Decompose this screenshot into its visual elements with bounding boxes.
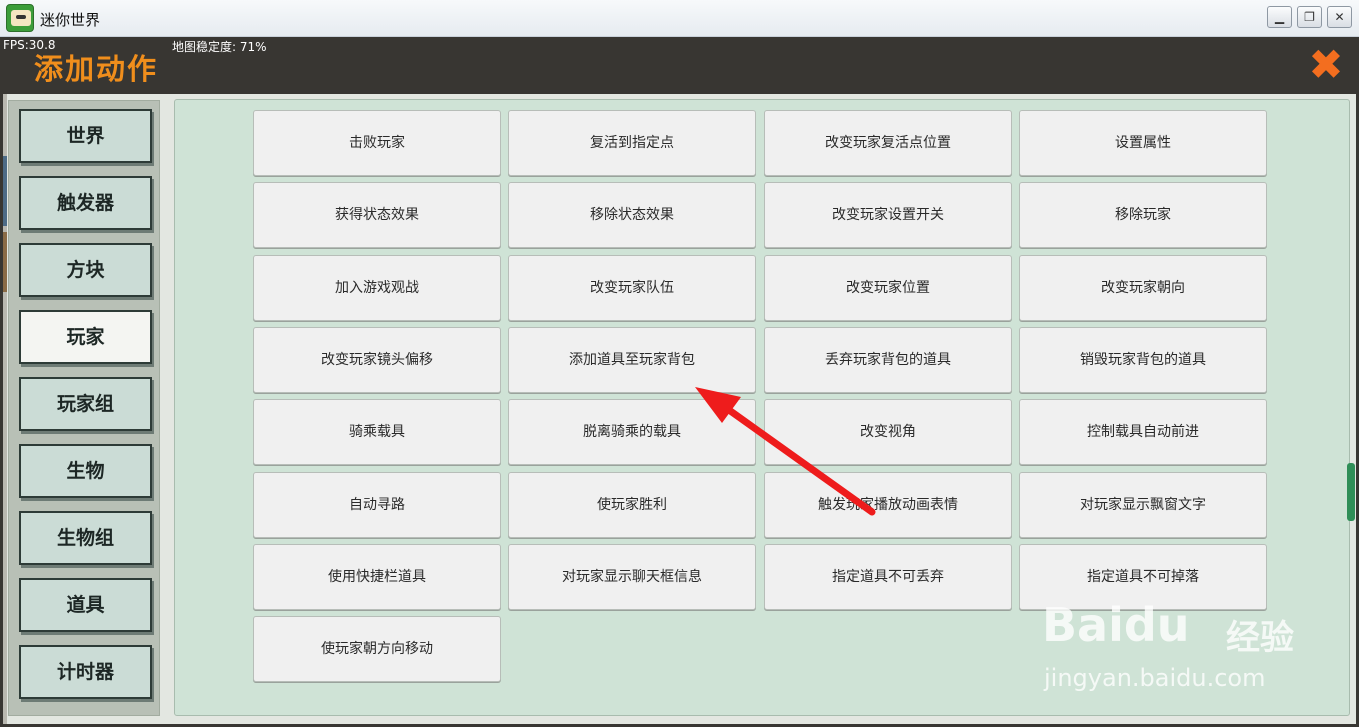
action-button-28[interactable]: 使玩家朝方向移动 <box>253 616 501 683</box>
window-titlebar: 迷你世界 ▁ ❐ ✕ <box>0 0 1359 37</box>
action-button-18[interactable]: 改变视角 <box>764 399 1012 466</box>
action-button-11[interactable]: 改变玩家朝向 <box>1019 254 1267 321</box>
action-button-2[interactable]: 改变玩家复活点位置 <box>764 110 1012 176</box>
sidebar-item-2[interactable]: 方块 <box>19 243 152 297</box>
dialog-content: 世界触发器方块玩家玩家组生物生物组道具计时器 击败玩家 复活到指定点 改变玩家复活点… <box>3 94 1356 724</box>
sidebar-item-5[interactable]: 生物 <box>19 444 152 498</box>
action-button-3[interactable]: 设置属性 <box>1019 110 1267 176</box>
sidebar-item-1[interactable]: 触发器 <box>19 176 152 230</box>
action-button-14[interactable]: 丢弃玩家背包的道具 <box>764 326 1012 393</box>
sidebar-item-3[interactable]: 玩家 <box>19 310 152 364</box>
action-button-13[interactable]: 添加道具至玩家背包 <box>508 326 756 393</box>
sidebar-item-0[interactable]: 世界 <box>19 109 152 163</box>
action-button-19[interactable]: 控制载具自动前进 <box>1019 399 1267 466</box>
action-button-10[interactable]: 改变玩家位置 <box>764 254 1012 321</box>
background-strip <box>3 94 7 724</box>
action-button-12[interactable]: 改变玩家镜头偏移 <box>253 326 501 393</box>
action-button-23[interactable]: 对玩家显示飘窗文字 <box>1019 471 1267 538</box>
action-button-26[interactable]: 指定道具不可丢弃 <box>764 543 1012 610</box>
window-title: 迷你世界 <box>40 11 101 29</box>
action-button-15[interactable]: 销毁玩家背包的道具 <box>1019 326 1267 393</box>
action-button-4[interactable]: 获得状态效果 <box>253 182 501 249</box>
action-list-panel: 击败玩家 复活到指定点 改变玩家复活点位置 设置属性获得状态效果 移除状态效果 改变玩家设… <box>174 99 1350 716</box>
restore-button[interactable]: ❐ <box>1297 6 1322 28</box>
action-button-1[interactable]: 复活到指定点 <box>508 110 756 176</box>
action-button-17[interactable]: 脱离骑乘的载具 <box>508 399 756 466</box>
action-button-9[interactable]: 改变玩家队伍 <box>508 254 756 321</box>
window-close-button[interactable]: ✕ <box>1327 6 1352 28</box>
sidebar-item-7[interactable]: 道具 <box>19 578 152 632</box>
category-sidebar: 世界触发器方块玩家玩家组生物生物组道具计时器 <box>8 100 160 716</box>
action-button-25[interactable]: 对玩家显示聊天框信息 <box>508 543 756 610</box>
panel-title: 添加动作 <box>34 52 159 86</box>
panel-close-button[interactable]: ✖ <box>1306 44 1346 86</box>
sidebar-item-6[interactable]: 生物组 <box>19 511 152 565</box>
sidebar-item-4[interactable]: 玩家组 <box>19 377 152 431</box>
action-button-21[interactable]: 使玩家胜利 <box>508 471 756 538</box>
action-button-6[interactable]: 改变玩家设置开关 <box>764 182 1012 249</box>
action-button-27[interactable]: 指定道具不可掉落 <box>1019 543 1267 610</box>
action-button-20[interactable]: 自动寻路 <box>253 471 501 538</box>
sidebar-item-8[interactable]: 计时器 <box>19 645 152 699</box>
minimize-button[interactable]: ▁ <box>1267 6 1292 28</box>
background-strip-segment <box>3 232 7 292</box>
background-strip-segment <box>3 156 7 226</box>
action-button-8[interactable]: 加入游戏观战 <box>253 254 501 321</box>
map-stability: 地图稳定度: 71% <box>172 40 267 54</box>
action-button-22[interactable]: 触发玩家播放动画表情 <box>764 471 1012 538</box>
scrollbar-thumb[interactable] <box>1347 463 1355 521</box>
action-button-24[interactable]: 使用快捷栏道具 <box>253 543 501 610</box>
game-viewport: FPS:30.8 地图稳定度: 71% 添加动作 ✖ 世界 触发器 方块 玩家 玩家组生… <box>0 37 1359 727</box>
action-button-5[interactable]: 移除状态效果 <box>508 182 756 249</box>
action-button-0[interactable]: 击败玩家 <box>253 110 501 176</box>
action-button-7[interactable]: 移除玩家 <box>1019 182 1267 249</box>
action-button-16[interactable]: 骑乘载具 <box>253 399 501 466</box>
app-logo-icon <box>6 4 34 32</box>
